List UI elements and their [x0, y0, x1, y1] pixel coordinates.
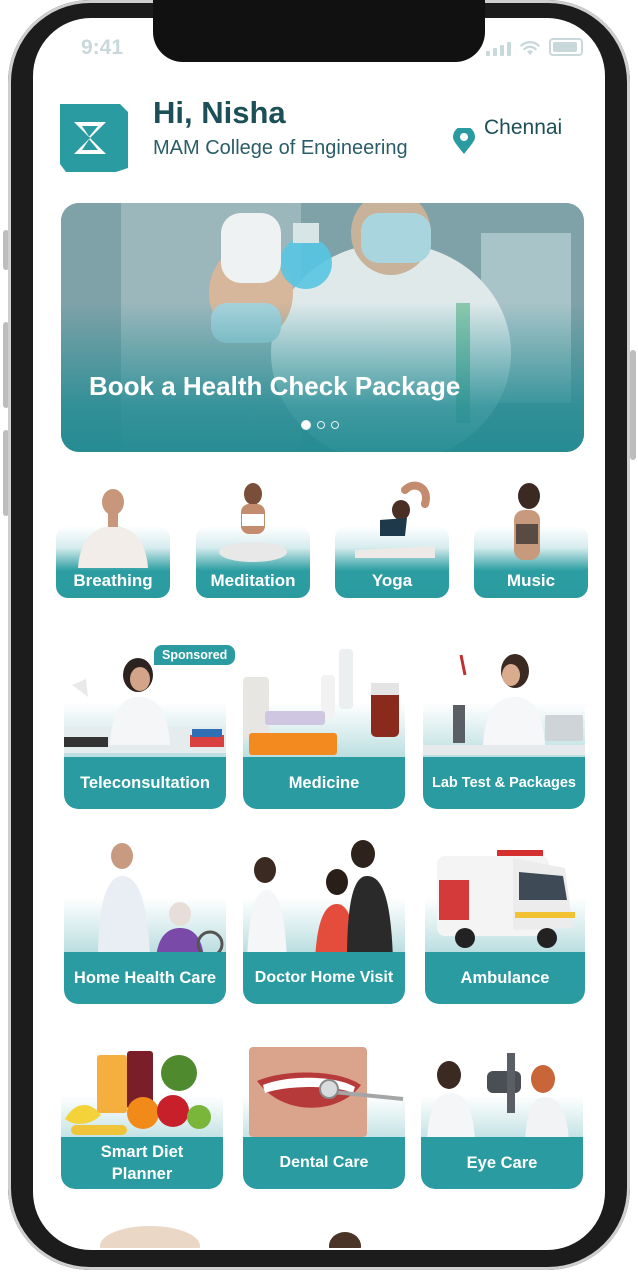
breathing-label: Breathing	[73, 571, 153, 590]
yoga-person-icon	[355, 481, 435, 558]
lab-technician-image	[423, 654, 585, 755]
eye-exam-image	[427, 1053, 569, 1141]
college-name: MAM College of Engineering	[153, 137, 408, 159]
teleconsultation-card[interactable]: Teleconsultation	[64, 645, 226, 809]
lab-test-label: Lab Test & Packages	[423, 757, 585, 809]
music-listener-icon	[514, 483, 540, 560]
power-button	[630, 350, 636, 460]
smart-diet-planner-label: Smart Diet Planner	[61, 1137, 223, 1189]
banner-title: Book a Health Check Package	[89, 371, 461, 401]
health-check-banner[interactable]: Book a Health Check Package	[61, 203, 584, 452]
ambulance-card[interactable]: Ambulance	[425, 840, 585, 1004]
healthy-food-image	[65, 1051, 211, 1135]
battery-icon	[549, 38, 583, 56]
music-card[interactable]: Music	[474, 480, 588, 598]
carousel-dot-2[interactable]	[317, 421, 325, 429]
carousel-dots[interactable]	[301, 420, 339, 430]
lab-test-card[interactable]: Lab Test & Packages	[423, 645, 585, 809]
next-row-peek-image	[100, 1226, 361, 1248]
meditation-card[interactable]: Meditation	[196, 480, 310, 598]
yoga-label: Yoga	[371, 571, 413, 590]
doctor-home-visit-label: Doctor Home Visit	[243, 952, 405, 1004]
location-label[interactable]: Chennai	[484, 116, 562, 140]
meditation-person-icon	[219, 483, 287, 562]
status-icons	[486, 38, 583, 56]
app-logo-icon	[60, 104, 128, 172]
carousel-dot-3[interactable]	[331, 421, 339, 429]
doctor-home-visit-image	[247, 840, 393, 960]
smart-diet-planner-card[interactable]: Smart Diet Planner	[61, 1045, 223, 1189]
wifi-icon	[520, 41, 540, 55]
medicine-card[interactable]: Medicine	[243, 645, 405, 809]
eye-care-label: Eye Care	[421, 1137, 583, 1189]
music-label: Music	[506, 571, 556, 590]
medicine-label: Medicine	[243, 757, 405, 809]
status-time: 9:41	[81, 36, 124, 59]
signal-icon	[486, 42, 511, 56]
home-health-care-card[interactable]: Home Health Care	[64, 840, 226, 1004]
home-health-care-image	[98, 843, 224, 960]
sponsored-badge: Sponsored	[154, 645, 236, 665]
medicine-products-image	[243, 649, 399, 755]
dental-care-label: Dental Care	[243, 1137, 405, 1189]
doctor-home-visit-card[interactable]: Doctor Home Visit	[243, 840, 405, 1004]
teleconsultation-label: Teleconsultation	[64, 757, 226, 809]
dental-care-image	[249, 1047, 404, 1137]
home-health-care-label: Home Health Care	[64, 952, 226, 1004]
eye-care-card[interactable]: Eye Care	[421, 1045, 583, 1189]
ambulance-label: Ambulance	[425, 952, 585, 1004]
ambulance-image	[437, 850, 575, 948]
location-pin-icon[interactable]	[453, 128, 475, 154]
dental-care-card[interactable]: Dental Care	[243, 1045, 405, 1189]
notch	[153, 0, 485, 62]
yoga-card[interactable]: Yoga	[335, 480, 449, 598]
carousel-dot-1[interactable]	[301, 420, 311, 430]
breathing-person-icon	[78, 489, 148, 568]
breathing-card[interactable]: Breathing	[56, 480, 170, 598]
meditation-label: Meditation	[210, 571, 296, 590]
greeting-text: Hi, Nisha	[153, 95, 286, 130]
